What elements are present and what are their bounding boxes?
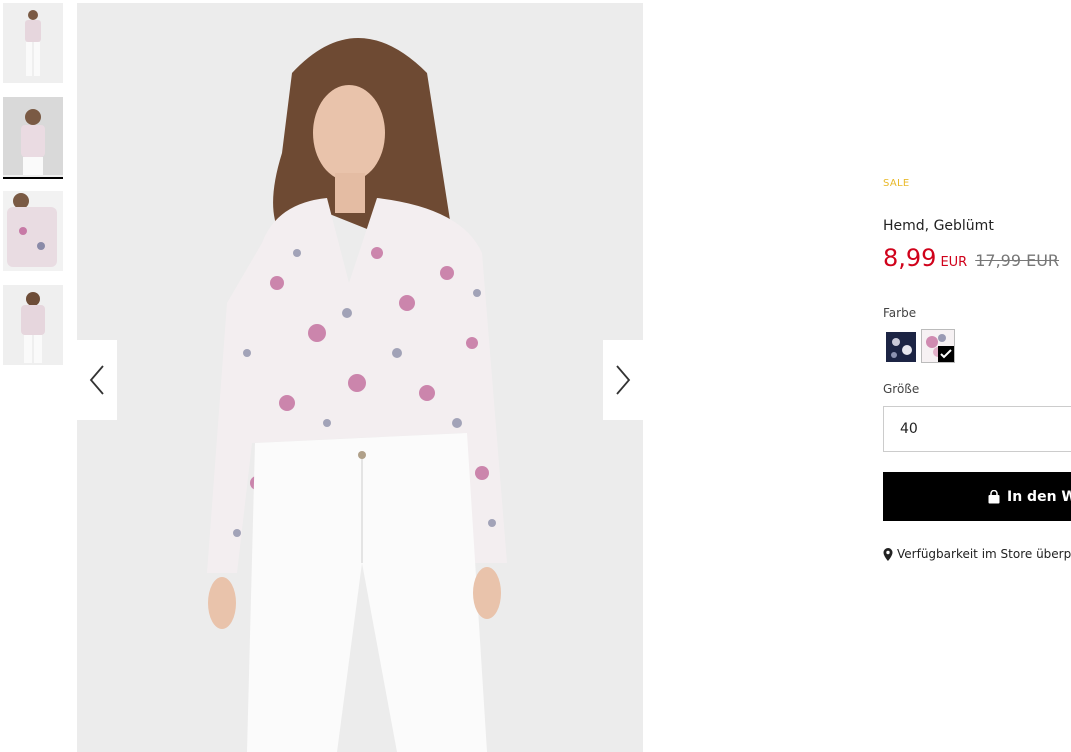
product-title: Hemd, Geblümt: [883, 218, 994, 234]
selected-check-icon: [938, 346, 954, 362]
thumbnail-3[interactable]: [3, 191, 63, 271]
prev-image-button[interactable]: [77, 340, 117, 420]
thumbnail-image: [3, 285, 63, 365]
next-image-button[interactable]: [603, 340, 643, 420]
size-select[interactable]: 40: [883, 406, 1071, 452]
color-swatch-navy[interactable]: [886, 332, 916, 362]
store-availability-label: Verfügbarkeit im Store überp: [897, 547, 1071, 561]
main-product-image: [77, 3, 643, 752]
thumbnail-1[interactable]: [3, 3, 63, 83]
size-value: 40: [900, 421, 918, 437]
chevron-right-icon: [616, 365, 631, 395]
color-label: Farbe: [883, 306, 917, 320]
add-to-cart-label: In den W: [1007, 488, 1071, 505]
thumbnail-image: [3, 3, 63, 83]
thumbnail-4[interactable]: [3, 285, 63, 365]
shopping-bag-icon: [988, 489, 1000, 503]
price-current: 8,99: [883, 244, 937, 272]
sale-badge: SALE: [883, 178, 910, 189]
map-pin-icon: [883, 547, 893, 561]
size-label: Größe: [883, 382, 920, 396]
thumbnail-image: [3, 97, 63, 175]
chevron-left-icon: [89, 365, 104, 395]
price-original: 17,99 EUR: [975, 251, 1060, 270]
price-block: 8,99 EUR 17,99 EUR: [883, 244, 1059, 272]
swatch-pattern: [886, 332, 916, 362]
thumbnail-image: [3, 191, 63, 271]
add-to-cart-button[interactable]: In den W: [883, 472, 1071, 521]
thumbnail-2[interactable]: [3, 97, 63, 179]
color-swatch-ecru[interactable]: [921, 329, 955, 363]
model-illustration: [77, 3, 643, 752]
store-availability-link[interactable]: Verfügbarkeit im Store überp: [883, 547, 1071, 561]
price-currency: EUR: [940, 255, 968, 270]
